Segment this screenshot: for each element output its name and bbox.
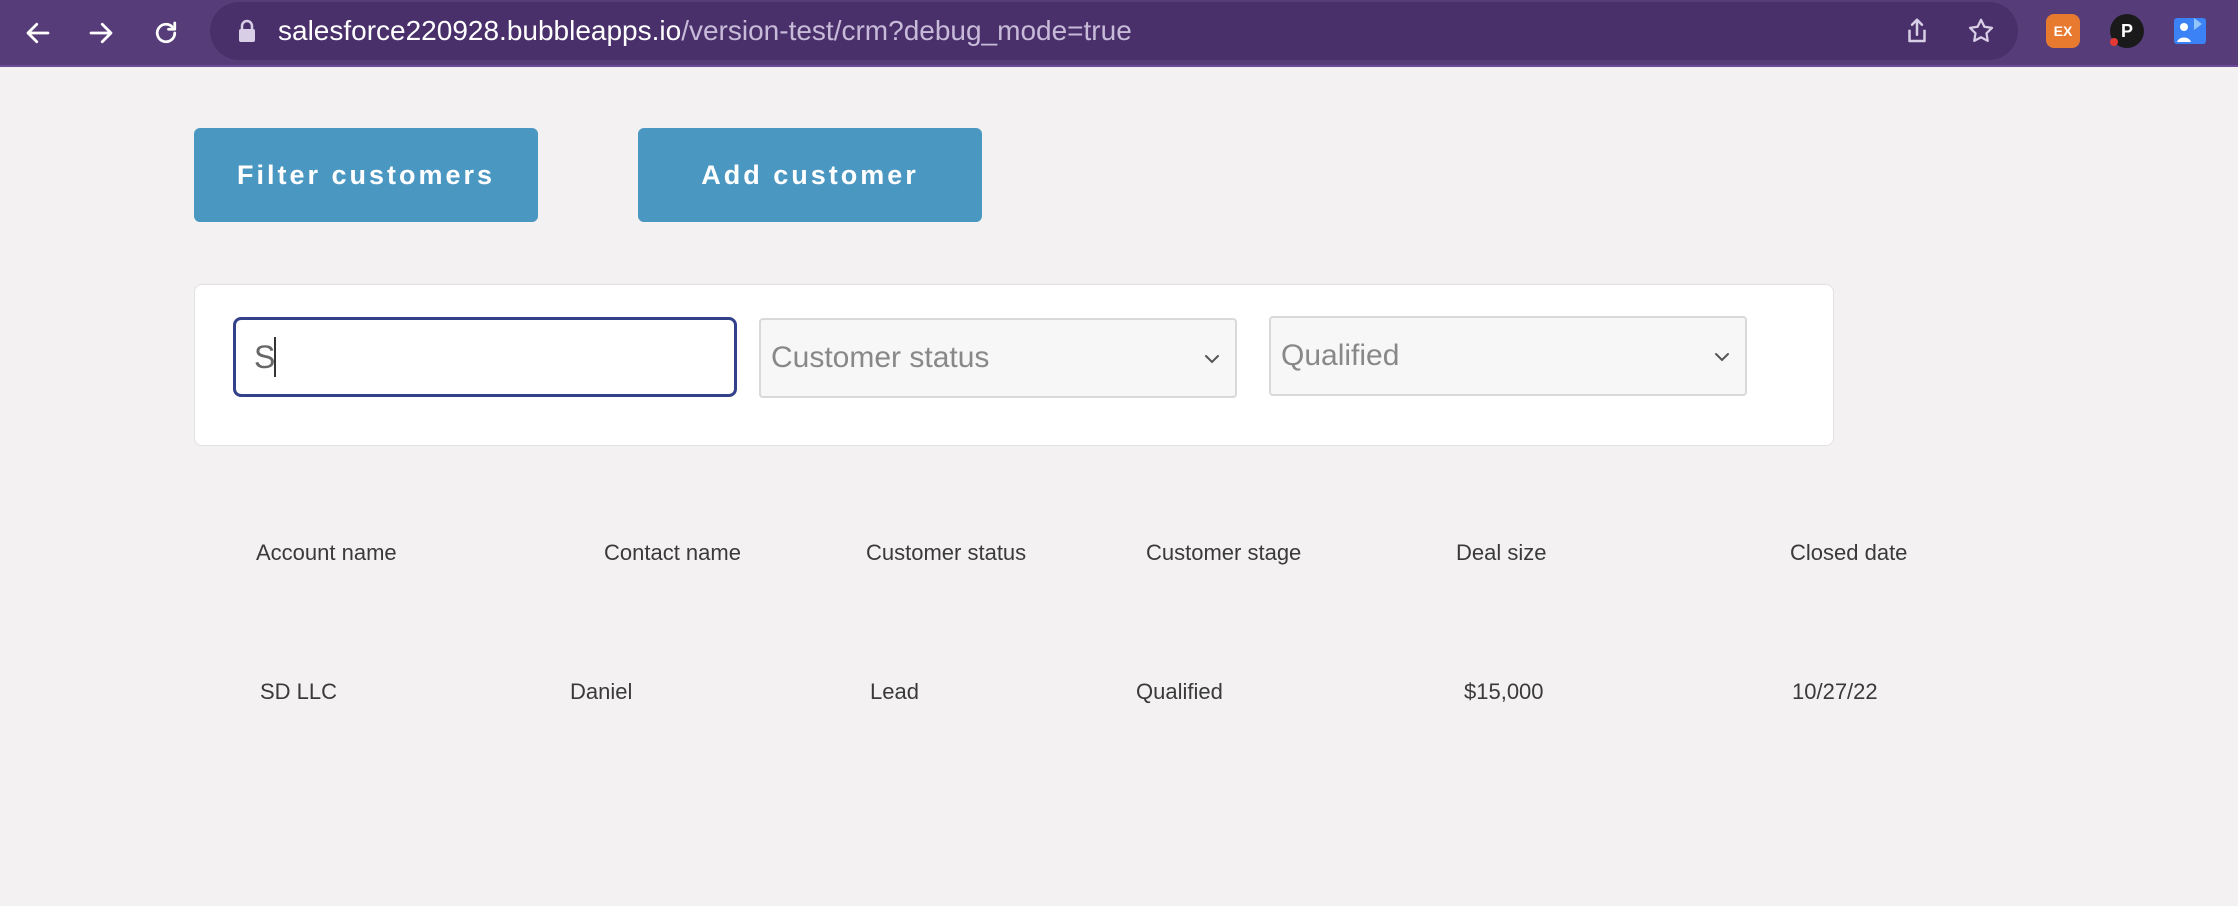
cell-customer-stage: Qualified <box>1136 679 1223 704</box>
text-caret <box>274 337 276 377</box>
header-deal-size: Deal size <box>1456 540 1547 565</box>
forward-arrow-icon <box>89 22 113 44</box>
extension-p-icon[interactable]: P <box>2110 14 2144 48</box>
customer-stage-value: Qualified <box>1281 339 1400 372</box>
cell-closed-date: 10/27/22 <box>1792 679 1878 704</box>
cell-account-name: SD LLC <box>260 679 338 704</box>
back-button[interactable] <box>15 10 61 56</box>
header-customer-stage: Customer stage <box>1146 540 1302 565</box>
profile-card-icon <box>2174 18 2206 44</box>
filter-customers-button[interactable]: Filter customers <box>194 128 538 222</box>
browser-toolbar: salesforce220928.bubbleapps.io/version-t… <box>0 0 2238 67</box>
header-closed-date: Closed date <box>1790 540 1908 565</box>
chevron-down-icon <box>1715 353 1729 362</box>
header-customer-status: Customer status <box>866 540 1027 565</box>
customer-stage-select[interactable]: Qualified <box>1269 316 1747 396</box>
star-icon <box>1968 18 1994 42</box>
share-button[interactable] <box>1900 14 1934 48</box>
search-input[interactable] <box>233 317 737 397</box>
bookmark-button[interactable] <box>1964 14 1998 48</box>
back-arrow-icon <box>26 22 50 44</box>
extension-ex-icon[interactable]: EX <box>2046 14 2080 48</box>
notification-dot <box>2110 38 2118 46</box>
filter-panel: Customer status Qualified <box>194 284 1834 446</box>
header-contact-name: Contact name <box>604 540 741 565</box>
cell-customer-status: Lead <box>870 679 919 704</box>
customer-status-select[interactable]: Customer status <box>759 318 1237 398</box>
share-icon <box>1908 18 1926 43</box>
url-host: salesforce220928.bubbleapps.io <box>278 15 682 46</box>
reload-icon <box>155 21 177 44</box>
cell-deal-size: $15,000 <box>1464 679 1544 704</box>
header-account-name: Account name <box>256 540 397 565</box>
address-bar[interactable]: salesforce220928.bubbleapps.io/version-t… <box>210 2 2018 60</box>
cell-contact-name: Daniel <box>570 679 633 704</box>
add-customer-button[interactable]: Add customer <box>638 128 982 222</box>
chevron-down-icon <box>1205 355 1219 364</box>
extension-ex-label: EX <box>2053 23 2073 39</box>
forward-button[interactable] <box>78 10 124 56</box>
customer-status-placeholder: Customer status <box>771 341 990 374</box>
url-path: /version-test/crm?debug_mode=true <box>681 15 1132 46</box>
lock-icon <box>239 19 255 42</box>
extension-p-label: P <box>2120 20 2133 41</box>
url-text: salesforce220928.bubbleapps.io/version-t… <box>278 2 1132 60</box>
reload-button[interactable] <box>143 10 189 56</box>
extension-blue-icon[interactable] <box>2172 14 2208 48</box>
